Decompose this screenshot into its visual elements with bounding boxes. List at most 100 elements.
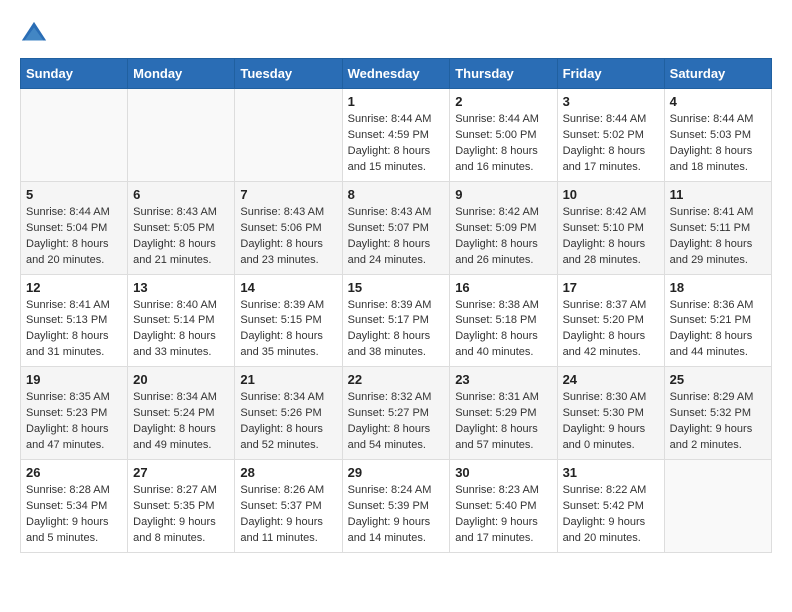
day-info: Sunrise: 8:40 AM Sunset: 5:14 PM Dayligh… [133,298,229,362]
day-info: Sunrise: 8:43 AM Sunset: 5:06 PM Dayligh… [240,205,336,269]
calendar-cell: 6Sunrise: 8:43 AM Sunset: 5:05 PM Daylig… [128,181,235,274]
calendar-cell: 10 Sunrise: 8:42 AM Sunset: 5:10 PM Dayli… [557,181,664,274]
day-number: 5 [26,187,122,202]
logo [20,20,52,48]
day-info: Sunrise: 8:22 AM Sunset: 5:42 PM Dayligh… [563,483,659,547]
day-number: 9 [455,187,551,202]
day-number: 2 [455,94,551,109]
day-info: Sunrise: 8:38 AM Sunset: 5:18 PM Dayligh… [455,298,551,362]
calendar-header-row: SundayMondayTuesdayWednesdayThursdayFrid… [21,59,772,89]
day-info: Sunrise: 8:44 AM Sunset: 4:59 PM Dayligh… [348,112,445,176]
day-number: 8 [348,187,445,202]
calendar-cell: 21 Sunrise: 8:34 AM Sunset: 5:26 PM Dayli… [235,367,342,460]
calendar-cell: 20Sunrise: 8:34 AM Sunset: 5:24 PM Dayli… [128,367,235,460]
day-number: 18 [670,280,766,295]
day-number: 14 [240,280,336,295]
day-number: 1 [348,94,445,109]
calendar-week-row: 1 Sunrise: 8:44 AM Sunset: 4:59 PM Daylig… [21,89,772,182]
calendar-cell: 3Sunrise: 8:44 AM Sunset: 5:02 PM Daylig… [557,89,664,182]
calendar-cell: 17Sunrise: 8:37 AM Sunset: 5:20 PM Dayli… [557,274,664,367]
day-info: Sunrise: 8:26 AM Sunset: 5:37 PM Dayligh… [240,483,336,547]
day-info: Sunrise: 8:23 AM Sunset: 5:40 PM Dayligh… [455,483,551,547]
calendar-cell: 18Sunrise: 8:36 AM Sunset: 5:21 PM Dayli… [664,274,771,367]
day-header-thursday: Thursday [450,59,557,89]
day-info: Sunrise: 8:41 AM Sunset: 5:13 PM Dayligh… [26,298,122,362]
day-info: Sunrise: 8:42 AM Sunset: 5:09 PM Dayligh… [455,205,551,269]
calendar-cell [664,460,771,553]
day-number: 13 [133,280,229,295]
day-number: 28 [240,465,336,480]
day-number: 16 [455,280,551,295]
calendar-cell: 31Sunrise: 8:22 AM Sunset: 5:42 PM Dayli… [557,460,664,553]
day-header-monday: Monday [128,59,235,89]
logo-icon [20,20,48,48]
calendar-cell: 8 Sunrise: 8:43 AM Sunset: 5:07 PM Daylig… [342,181,450,274]
day-header-tuesday: Tuesday [235,59,342,89]
calendar-cell: 7 Sunrise: 8:43 AM Sunset: 5:06 PM Daylig… [235,181,342,274]
calendar-cell: 22Sunrise: 8:32 AM Sunset: 5:27 PM Dayli… [342,367,450,460]
calendar-table: SundayMondayTuesdayWednesdayThursdayFrid… [20,58,772,553]
day-number: 7 [240,187,336,202]
calendar-cell: 4 Sunrise: 8:44 AM Sunset: 5:03 PM Daylig… [664,89,771,182]
day-number: 19 [26,372,122,387]
day-number: 20 [133,372,229,387]
calendar-cell [235,89,342,182]
day-number: 21 [240,372,336,387]
day-info: Sunrise: 8:44 AM Sunset: 5:00 PM Dayligh… [455,112,551,176]
calendar-cell: 19 Sunrise: 8:35 AM Sunset: 5:23 PM Dayli… [21,367,128,460]
day-header-sunday: Sunday [21,59,128,89]
calendar-cell: 5 Sunrise: 8:44 AM Sunset: 5:04 PM Daylig… [21,181,128,274]
calendar-cell: 13 Sunrise: 8:40 AM Sunset: 5:14 PM Dayli… [128,274,235,367]
day-number: 30 [455,465,551,480]
day-info: Sunrise: 8:35 AM Sunset: 5:23 PM Dayligh… [26,390,122,454]
day-info: Sunrise: 8:24 AM Sunset: 5:39 PM Dayligh… [348,483,445,547]
calendar-cell: 12 Sunrise: 8:41 AM Sunset: 5:13 PM Dayli… [21,274,128,367]
calendar-cell: 25Sunrise: 8:29 AM Sunset: 5:32 PM Dayli… [664,367,771,460]
day-info: Sunrise: 8:39 AM Sunset: 5:15 PM Dayligh… [240,298,336,362]
calendar-cell: 1 Sunrise: 8:44 AM Sunset: 4:59 PM Daylig… [342,89,450,182]
calendar-cell: 30 Sunrise: 8:23 AM Sunset: 5:40 PM Dayli… [450,460,557,553]
calendar-cell: 24Sunrise: 8:30 AM Sunset: 5:30 PM Dayli… [557,367,664,460]
calendar-week-row: 12 Sunrise: 8:41 AM Sunset: 5:13 PM Dayli… [21,274,772,367]
day-number: 17 [563,280,659,295]
day-info: Sunrise: 8:30 AM Sunset: 5:30 PM Dayligh… [563,390,659,454]
day-info: Sunrise: 8:44 AM Sunset: 5:04 PM Dayligh… [26,205,122,269]
day-info: Sunrise: 8:34 AM Sunset: 5:26 PM Dayligh… [240,390,336,454]
calendar-cell: 2 Sunrise: 8:44 AM Sunset: 5:00 PM Daylig… [450,89,557,182]
day-info: Sunrise: 8:44 AM Sunset: 5:02 PM Dayligh… [563,112,659,176]
day-info: Sunrise: 8:32 AM Sunset: 5:27 PM Dayligh… [348,390,445,454]
day-info: Sunrise: 8:44 AM Sunset: 5:03 PM Dayligh… [670,112,766,176]
calendar-week-row: 26Sunrise: 8:28 AM Sunset: 5:34 PM Dayli… [21,460,772,553]
day-header-saturday: Saturday [664,59,771,89]
calendar-cell: 14 Sunrise: 8:39 AM Sunset: 5:15 PM Dayli… [235,274,342,367]
calendar-cell: 15 Sunrise: 8:39 AM Sunset: 5:17 PM Dayli… [342,274,450,367]
day-number: 25 [670,372,766,387]
page-header [20,20,772,48]
day-number: 12 [26,280,122,295]
day-info: Sunrise: 8:28 AM Sunset: 5:34 PM Dayligh… [26,483,122,547]
day-number: 23 [455,372,551,387]
day-number: 15 [348,280,445,295]
calendar-week-row: 5 Sunrise: 8:44 AM Sunset: 5:04 PM Daylig… [21,181,772,274]
day-info: Sunrise: 8:43 AM Sunset: 5:07 PM Dayligh… [348,205,445,269]
day-number: 10 [563,187,659,202]
day-info: Sunrise: 8:31 AM Sunset: 5:29 PM Dayligh… [455,390,551,454]
day-info: Sunrise: 8:41 AM Sunset: 5:11 PM Dayligh… [670,205,766,269]
calendar-cell [128,89,235,182]
day-number: 4 [670,94,766,109]
day-number: 6 [133,187,229,202]
calendar-cell: 26Sunrise: 8:28 AM Sunset: 5:34 PM Dayli… [21,460,128,553]
calendar-cell: 27 Sunrise: 8:27 AM Sunset: 5:35 PM Dayli… [128,460,235,553]
day-info: Sunrise: 8:42 AM Sunset: 5:10 PM Dayligh… [563,205,659,269]
day-number: 27 [133,465,229,480]
calendar-cell: 11Sunrise: 8:41 AM Sunset: 5:11 PM Dayli… [664,181,771,274]
calendar-cell: 29 Sunrise: 8:24 AM Sunset: 5:39 PM Dayli… [342,460,450,553]
day-number: 29 [348,465,445,480]
day-header-wednesday: Wednesday [342,59,450,89]
calendar-cell: 16 Sunrise: 8:38 AM Sunset: 5:18 PM Dayli… [450,274,557,367]
calendar-cell: 28 Sunrise: 8:26 AM Sunset: 5:37 PM Dayli… [235,460,342,553]
day-header-friday: Friday [557,59,664,89]
day-info: Sunrise: 8:39 AM Sunset: 5:17 PM Dayligh… [348,298,445,362]
day-info: Sunrise: 8:27 AM Sunset: 5:35 PM Dayligh… [133,483,229,547]
calendar-week-row: 19 Sunrise: 8:35 AM Sunset: 5:23 PM Dayli… [21,367,772,460]
